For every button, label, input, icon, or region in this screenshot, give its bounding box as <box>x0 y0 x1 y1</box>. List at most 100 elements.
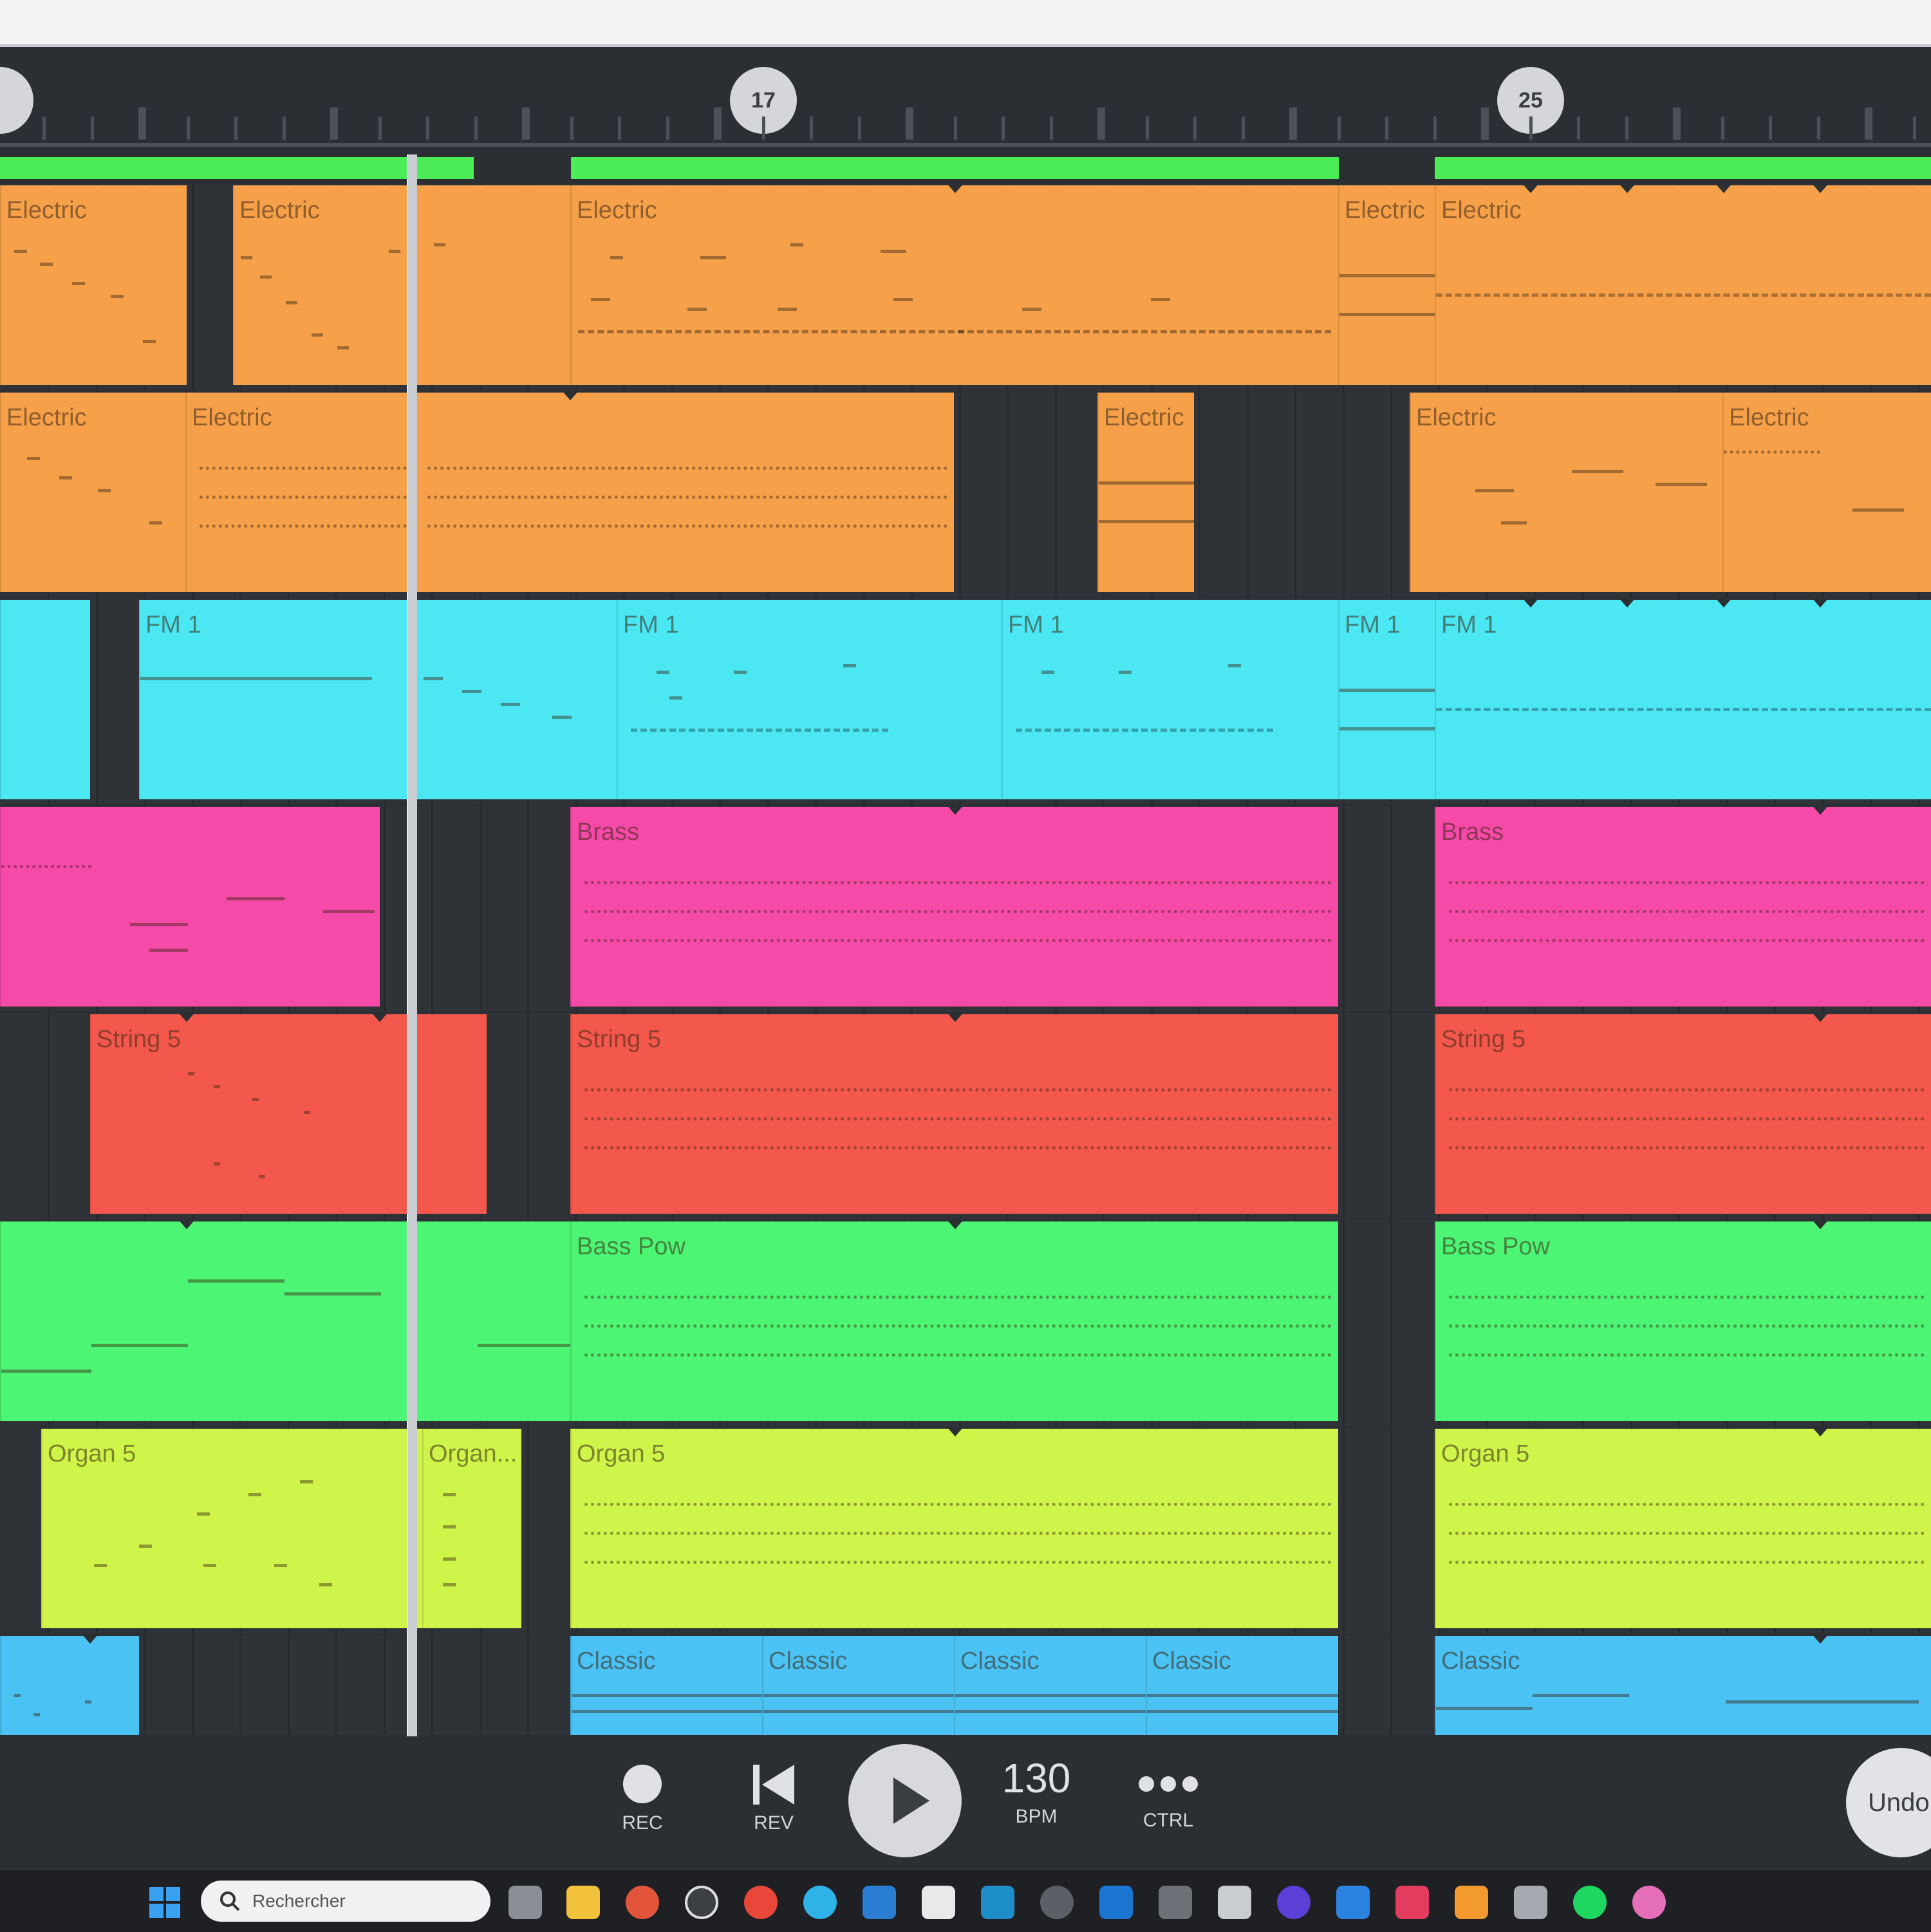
edge-icon[interactable] <box>803 1886 837 1919</box>
file-explorer-icon[interactable] <box>566 1886 600 1919</box>
record-button[interactable]: REC <box>611 1749 673 1834</box>
track-lane-5[interactable]: String 5 String 5 String 5 <box>0 1012 1931 1219</box>
undo-button[interactable]: Undo <box>1846 1748 1931 1857</box>
grid-line <box>431 806 433 1012</box>
calculator-icon[interactable] <box>1514 1886 1547 1919</box>
loop-region[interactable] <box>0 157 474 179</box>
pattern-clip[interactable]: Organ 5 <box>570 1429 1338 1628</box>
pattern-clip[interactable]: Classic <box>1435 1636 1931 1735</box>
obs-icon[interactable] <box>685 1886 718 1919</box>
pattern-clip[interactable] <box>0 807 380 1007</box>
playhead[interactable] <box>407 154 417 1738</box>
audio-app-icon[interactable] <box>1159 1886 1192 1919</box>
pattern-clip[interactable]: Brass <box>570 807 1338 1007</box>
pattern-clip[interactable]: Classic <box>570 1636 762 1735</box>
track-lane-8[interactable]: Classic Classic Classic Classic Classic <box>0 1633 1931 1735</box>
pattern-clip[interactable] <box>0 1221 570 1421</box>
ruler-tick <box>953 116 957 140</box>
app-icon[interactable] <box>1632 1886 1666 1919</box>
snipping-icon[interactable] <box>1218 1886 1251 1919</box>
loop-region[interactable] <box>1435 157 1931 179</box>
pattern-clip[interactable]: Organ 5 <box>1435 1429 1931 1628</box>
bpm-control[interactable]: 130 BPM <box>991 1749 1081 1828</box>
pattern-clip[interactable]: Electric <box>0 185 187 385</box>
grid-line <box>1390 1427 1392 1633</box>
pattern-clip[interactable]: Classic <box>762 1636 954 1735</box>
grid-line <box>1390 391 1392 597</box>
music-icon[interactable] <box>1336 1886 1370 1919</box>
taskbar-search[interactable]: Rechercher <box>201 1881 490 1922</box>
pattern-clip[interactable]: Electric <box>570 185 1338 385</box>
clip-label: String 5 <box>577 1026 661 1053</box>
pattern-clip[interactable]: Electric <box>233 185 570 385</box>
ruler-tick <box>1529 116 1533 140</box>
chrome-icon[interactable] <box>744 1886 778 1919</box>
pattern-clip[interactable]: Electric <box>1435 185 1931 385</box>
track-lane-1[interactable]: Electric Electric Electric Electric Elec… <box>0 184 1931 390</box>
app-icon[interactable] <box>981 1886 1014 1919</box>
media-icon[interactable] <box>1040 1886 1074 1919</box>
track-lane-2[interactable]: Electric Electric Electric Electric Elec… <box>0 390 1931 597</box>
ruler-tick <box>234 116 238 140</box>
pattern-clip[interactable]: Bass Pow <box>570 1221 1338 1421</box>
pattern-clip[interactable]: FM 1 <box>617 600 1002 799</box>
pattern-clip[interactable]: Electric <box>185 393 413 592</box>
bar-marker-partial[interactable] <box>0 67 33 134</box>
app-icon[interactable] <box>626 1886 659 1919</box>
pattern-clip[interactable]: FM 1 <box>1435 600 1931 799</box>
pattern-clip[interactable]: FM 1 <box>1338 600 1435 799</box>
pattern-clip[interactable]: String 5 <box>1435 1014 1931 1214</box>
outlook-icon[interactable] <box>1099 1886 1133 1919</box>
windows-start-icon[interactable] <box>148 1886 182 1919</box>
app-icon[interactable] <box>1277 1886 1311 1919</box>
timeline-ruler[interactable]: 17 25 <box>0 47 1931 145</box>
clip-label: FM 1 <box>145 611 201 638</box>
search-placeholder: Rechercher <box>252 1891 346 1911</box>
grid-line <box>527 1635 529 1735</box>
clip-label: FM 1 <box>1008 611 1064 638</box>
fl-keys-icon[interactable] <box>1395 1886 1429 1919</box>
pattern-clip[interactable]: Electric <box>1097 393 1194 592</box>
pattern-clip[interactable]: Organ 5 <box>41 1429 422 1628</box>
pattern-clip[interactable]: FM 1 <box>1002 600 1338 799</box>
pattern-clip[interactable]: Organ... <box>422 1429 521 1628</box>
pattern-clip[interactable]: String 5 <box>90 1014 487 1214</box>
clip-label: Electric <box>239 197 320 224</box>
ctrl-button[interactable]: CTRL <box>1126 1749 1210 1832</box>
pattern-clip[interactable]: Electric <box>1338 185 1435 385</box>
ruler-tick <box>282 116 286 140</box>
pattern-clip[interactable]: Classic <box>954 1636 1146 1735</box>
pattern-clip[interactable]: Electric <box>1410 393 1722 592</box>
track-lane-6[interactable]: Bass Pow Bass Pow <box>0 1219 1931 1426</box>
play-icon <box>893 1778 929 1824</box>
track-lane-4[interactable]: Brass Brass <box>0 804 1931 1012</box>
pattern-clip[interactable]: FM 1 <box>139 600 617 799</box>
pattern-clip[interactable]: Electric <box>1722 393 1931 592</box>
pattern-clip[interactable] <box>0 600 90 799</box>
ruler-tick <box>90 116 94 140</box>
task-view-icon[interactable] <box>508 1886 542 1919</box>
pattern-clip[interactable]: Bass Pow <box>1435 1221 1931 1421</box>
vscode-icon[interactable] <box>863 1886 896 1919</box>
track-lane-7[interactable]: Organ 5 Organ... Organ 5 Organ 5 <box>0 1426 1931 1633</box>
ruler-tick <box>1673 107 1681 140</box>
ruler-tick <box>1865 107 1872 140</box>
clip-label: String 5 <box>1441 1026 1525 1053</box>
clip-label: Classic <box>577 1648 656 1675</box>
loop-region[interactable] <box>571 157 1339 179</box>
pattern-clip[interactable] <box>0 1636 139 1735</box>
rewind-button[interactable]: REV <box>740 1749 807 1834</box>
ruler-tick <box>522 107 530 140</box>
ruler-tick <box>1193 116 1197 140</box>
pattern-clip[interactable] <box>413 393 954 592</box>
pattern-clip[interactable]: Electric <box>0 393 185 592</box>
notepad-icon[interactable] <box>922 1886 955 1919</box>
fl-studio-icon[interactable] <box>1455 1886 1488 1919</box>
pattern-clip[interactable]: Brass <box>1435 807 1931 1007</box>
track-lane-3[interactable]: FM 1 FM 1 FM 1 FM 1 FM 1 <box>0 597 1931 804</box>
pattern-clip[interactable]: Classic <box>1146 1636 1338 1735</box>
play-button[interactable] <box>848 1744 962 1857</box>
pattern-clip[interactable]: String 5 <box>570 1014 1338 1214</box>
record-label: REC <box>622 1812 663 1834</box>
spotify-icon[interactable] <box>1573 1886 1607 1919</box>
